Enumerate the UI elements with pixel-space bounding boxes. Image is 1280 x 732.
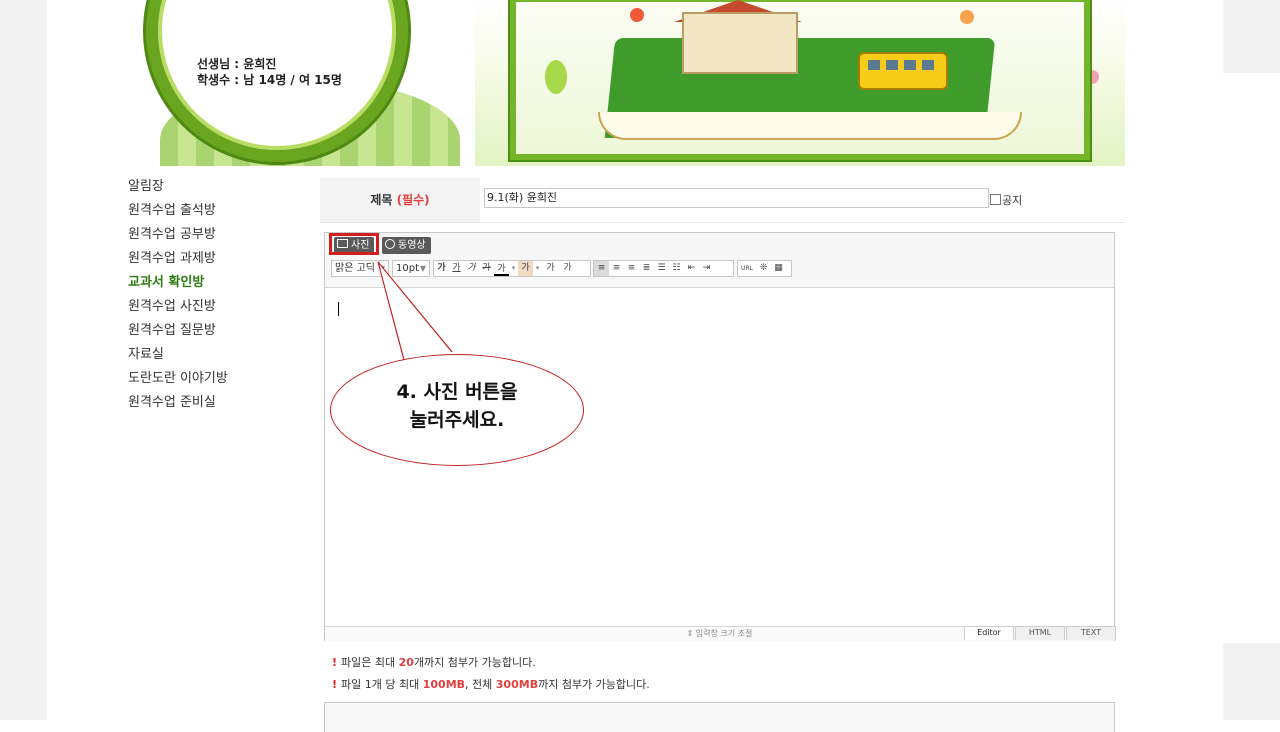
info-text: 파일 1개 당 최대 bbox=[341, 678, 423, 691]
info-text: 파일은 최대 bbox=[341, 656, 399, 669]
callout-line-1: 4. 사진 버튼을 bbox=[396, 381, 518, 403]
exclamation-icon: ! bbox=[332, 656, 338, 669]
callout-line-2: 눌러주세요. bbox=[409, 409, 505, 431]
info-number: 300MB bbox=[495, 678, 539, 691]
info-number: 20 bbox=[398, 656, 414, 669]
exclamation-icon: ! bbox=[332, 678, 338, 691]
file-size-info: ! 파일 1개 당 최대 100MB, 전체 300MB까지 첨부가 가능합니다. bbox=[332, 676, 650, 692]
callout-pointer-cover bbox=[377, 261, 453, 361]
info-text: 까지 첨부가 가능합니다. bbox=[538, 678, 650, 691]
info-number: 100MB bbox=[422, 678, 466, 691]
callout-text: 4. 사진 버튼을 눌러주세요. bbox=[330, 378, 584, 434]
file-limit-info: ! 파일은 최대 20개까지 첨부가 가능합니다. bbox=[332, 654, 536, 670]
attachment-area bbox=[324, 702, 1115, 732]
info-text: 개까지 첨부가 가능합니다. bbox=[413, 656, 536, 669]
info-text: , 전체 bbox=[465, 678, 496, 691]
